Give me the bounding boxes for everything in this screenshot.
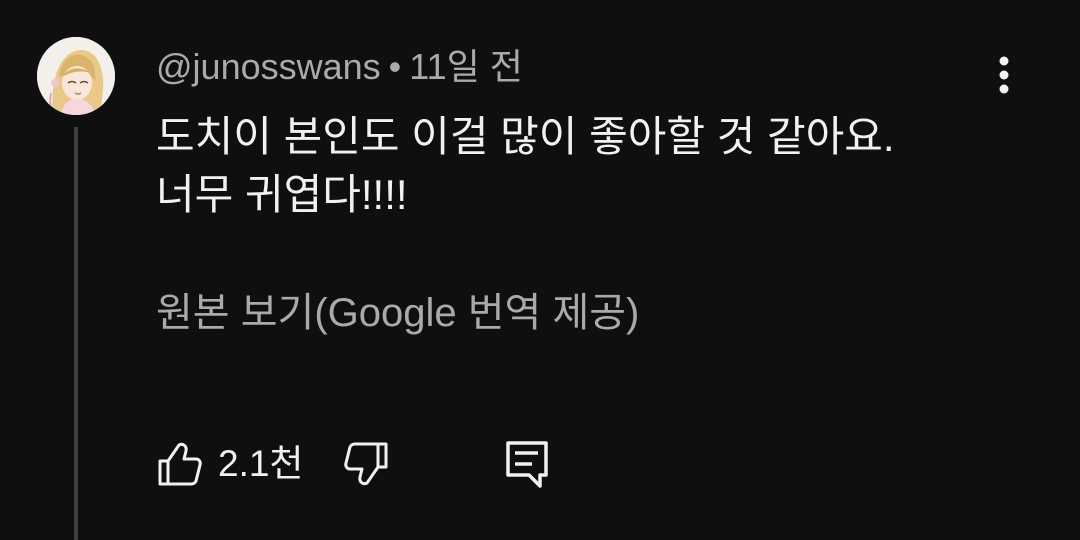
- like-count: 2.1천: [218, 443, 304, 484]
- comment-text-line: 도치이 본인도 이걸 많이 좋아할 것 같아요.: [156, 113, 895, 160]
- avatar-image: [37, 37, 115, 115]
- more-options-button[interactable]: [982, 50, 1026, 100]
- comment-text-line: 너무 귀엽다!!!!: [156, 171, 408, 218]
- more-vertical-icon: [999, 56, 1009, 94]
- comment-text: 도치이 본인도 이걸 많이 좋아할 것 같아요. 너무 귀엽다!!!!: [156, 108, 1036, 224]
- thumbs-down-icon: [344, 442, 388, 486]
- comment-time: 11일 전: [409, 46, 523, 87]
- comment-reply-icon: [506, 441, 548, 488]
- meta-separator: •: [388, 46, 402, 87]
- like-button[interactable]: [156, 440, 204, 488]
- avatar[interactable]: [37, 37, 115, 115]
- thumbs-up-icon: [158, 442, 202, 486]
- thread-line: [74, 127, 78, 540]
- comment-item: @junosswans • 11일 전 도치이 본인도 이걸 많이 좋아할 것 같아…: [0, 0, 1080, 540]
- dislike-button[interactable]: [342, 440, 390, 488]
- see-original-link[interactable]: 원본 보기(Google 번역 제공): [156, 287, 639, 339]
- author-handle[interactable]: @junosswans: [156, 46, 381, 87]
- comment-meta: @junosswans • 11일 전: [156, 45, 523, 89]
- reply-button[interactable]: [502, 438, 552, 490]
